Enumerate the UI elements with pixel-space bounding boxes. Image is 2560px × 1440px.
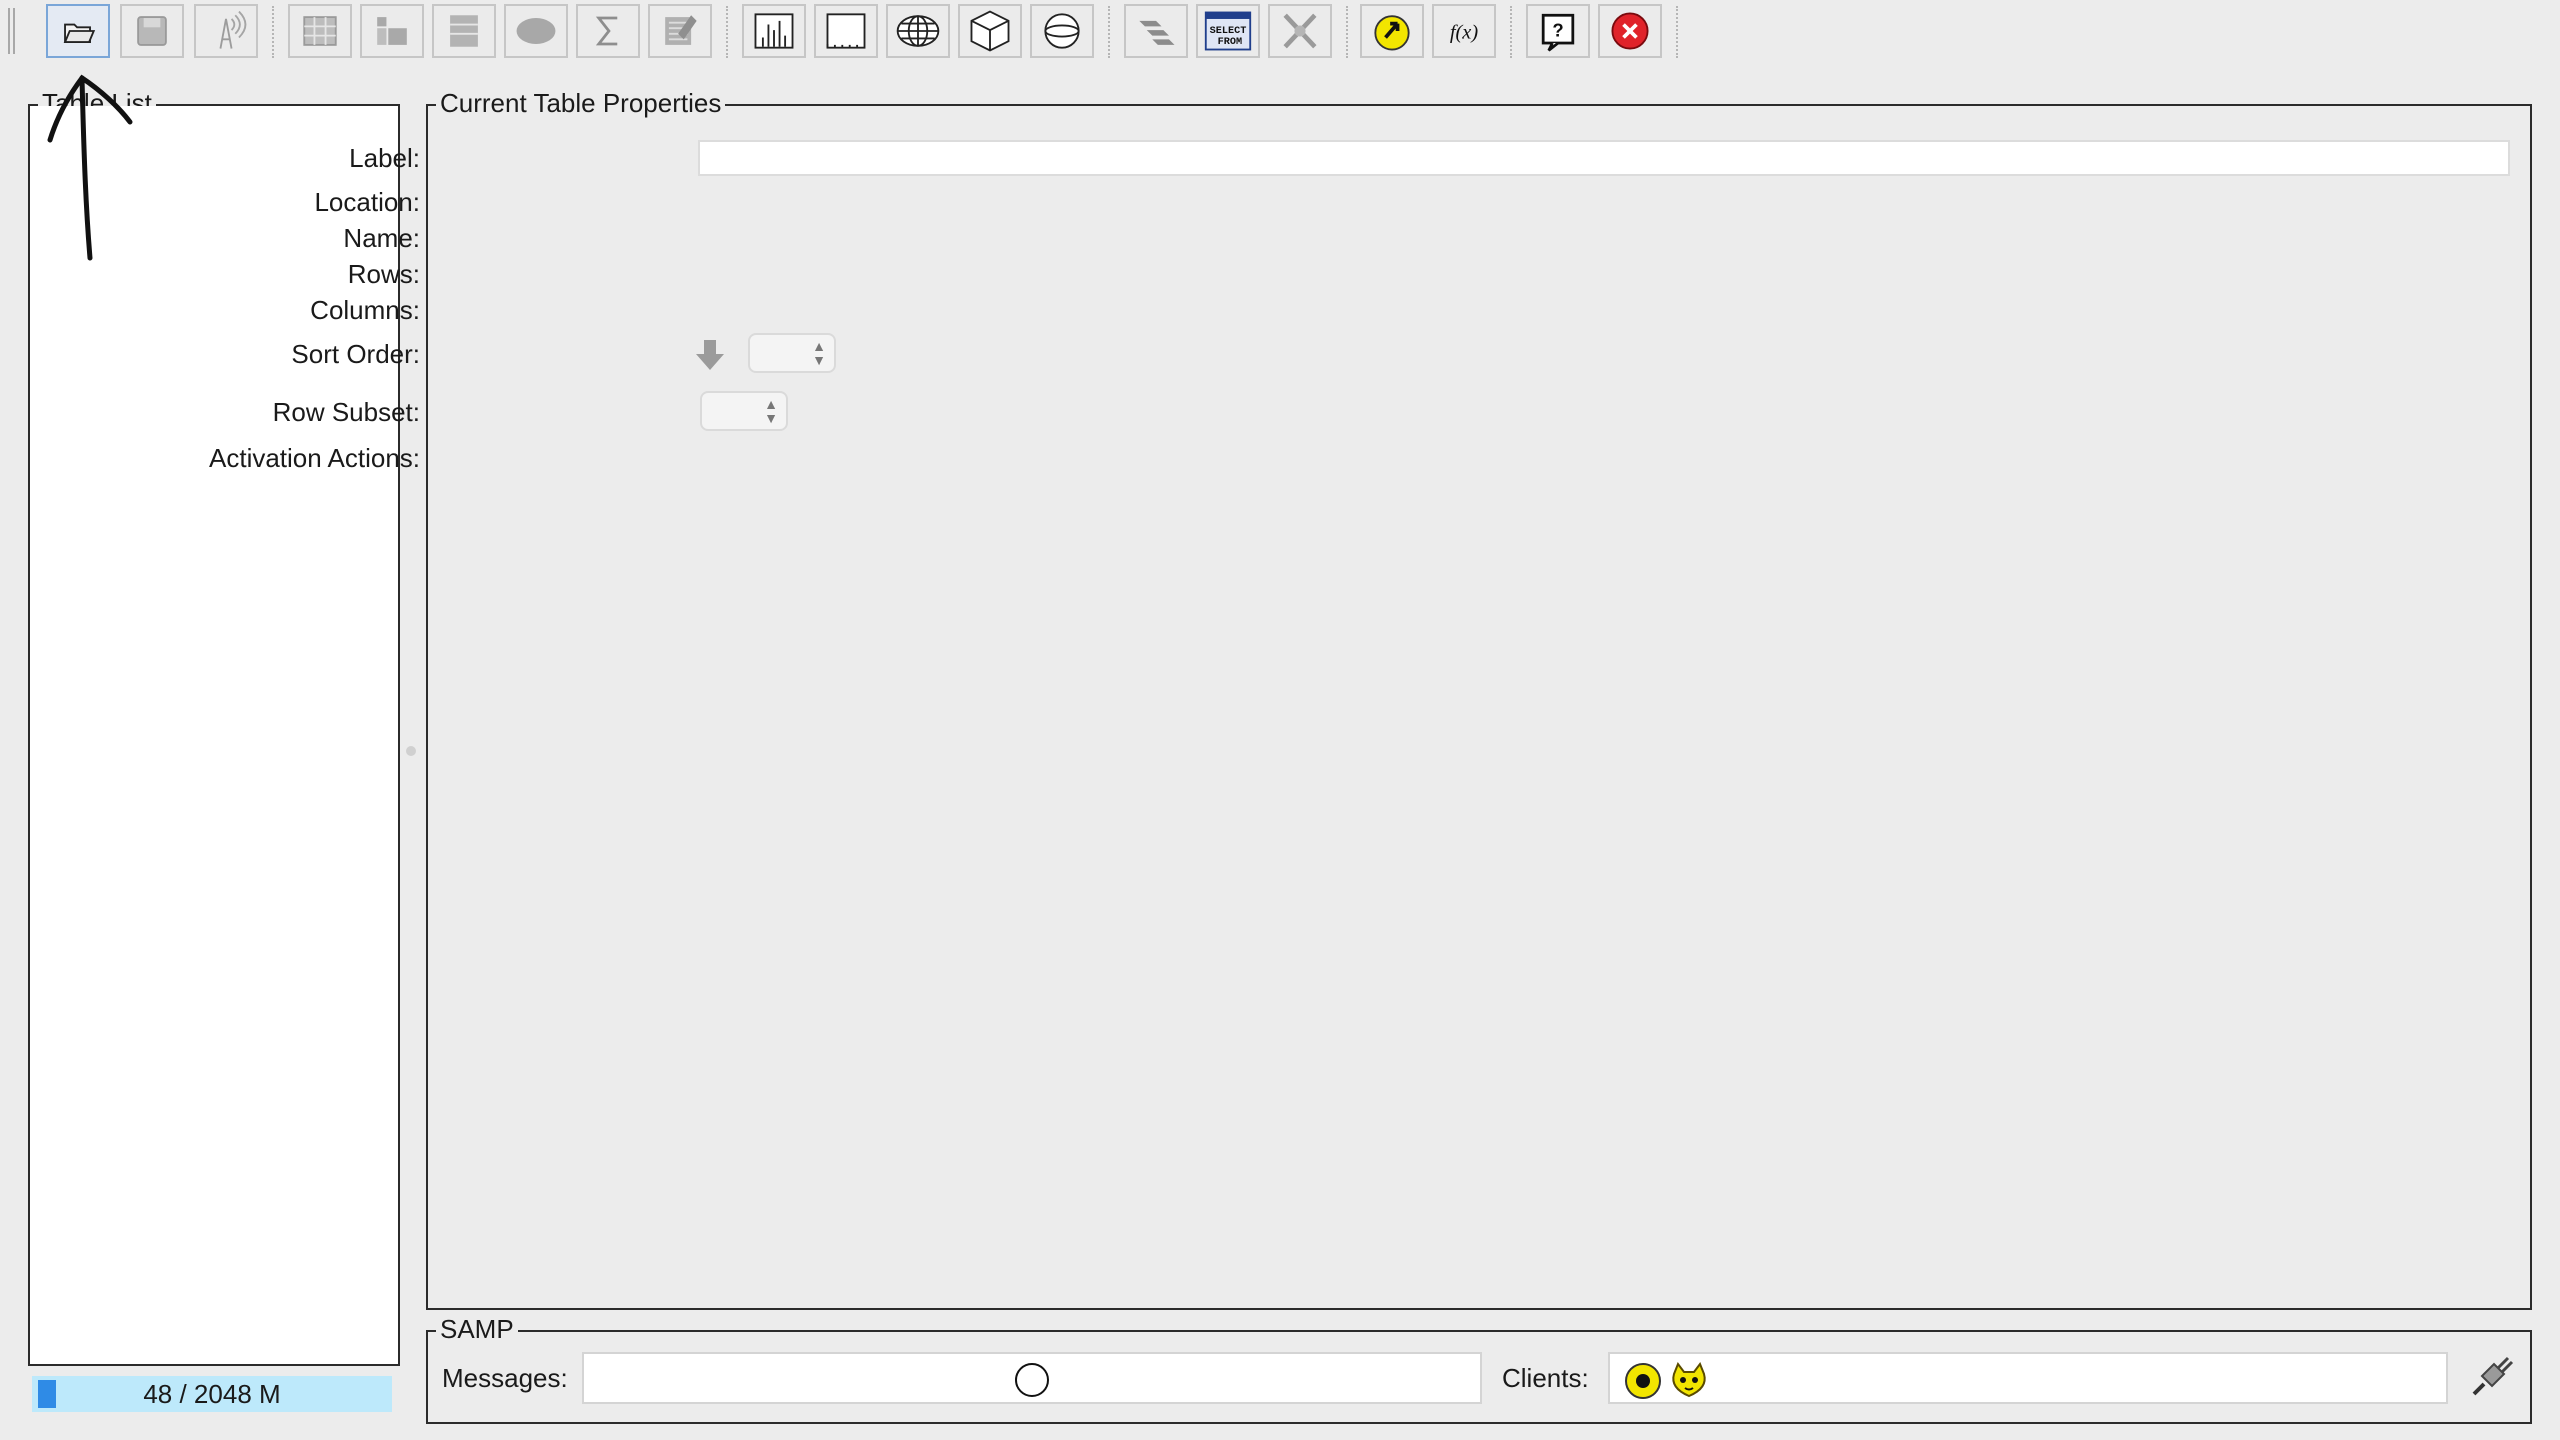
toolbar-separator — [726, 6, 728, 58]
toolbar-separator — [1676, 6, 1678, 58]
table-grid-icon — [303, 16, 337, 46]
toolbar-separator — [1510, 6, 1512, 58]
select-from-icon: SELECT FROM — [1204, 11, 1252, 51]
adql-query-button[interactable]: SELECT FROM — [1196, 4, 1260, 58]
svg-text:SELECT: SELECT — [1210, 26, 1247, 37]
circle-indicator-icon — [1015, 1363, 1049, 1397]
help-icon: ? — [1541, 13, 1575, 52]
subset-ellipse-icon — [516, 18, 556, 44]
subsets-button[interactable] — [504, 4, 568, 58]
topcat-client-icon[interactable] — [1668, 1360, 1710, 1402]
memory-monitor[interactable]: 48 / 2048 M — [32, 1376, 392, 1412]
rows-label: Rows: — [347, 259, 420, 289]
messages-label: Messages: — [442, 1363, 568, 1393]
toolbar-separator — [1108, 6, 1110, 58]
spinner-arrows-icon: ▲ ▼ — [812, 338, 826, 368]
properties-title: Current Table Properties — [436, 88, 726, 118]
match-button[interactable] — [1124, 4, 1188, 58]
column-info-icon — [450, 15, 478, 47]
row-subset-label: Row Subset: — [272, 397, 420, 427]
broadcast-table-button[interactable] — [194, 4, 258, 58]
match-pair-icon — [1139, 20, 1175, 45]
samp-title: SAMP — [436, 1314, 518, 1344]
samp-hub-icon — [1374, 15, 1410, 51]
svg-text:f(x): f(x) — [1450, 21, 1478, 43]
stop-icon — [1611, 12, 1649, 50]
messages-field[interactable] — [582, 1352, 1482, 1404]
label-label: Label: — [349, 143, 420, 173]
plane-plot-icon — [826, 13, 866, 49]
cube-icon — [970, 10, 1010, 52]
statistics-button[interactable] — [576, 4, 640, 58]
toolbar-separator — [272, 6, 274, 58]
exit-button[interactable] — [1598, 4, 1662, 58]
memory-usage-bar — [38, 1380, 56, 1408]
sky-plot-button[interactable] — [886, 4, 950, 58]
spinner-arrows-icon: ▲ ▼ — [764, 396, 778, 426]
sort-direction-button[interactable] — [692, 336, 728, 372]
sort-order-label: Sort Order: — [291, 339, 420, 369]
help-button[interactable]: ? — [1526, 4, 1590, 58]
clients-field[interactable] — [1608, 1352, 2448, 1404]
toolbar-grip[interactable] — [8, 8, 15, 54]
cross-match-icon — [1283, 13, 1317, 49]
histogram-plot-button[interactable] — [742, 4, 806, 58]
table-list-panel: Table List — [28, 88, 400, 1366]
metadata-icon — [377, 17, 407, 45]
activation-icon — [665, 15, 697, 45]
annotation-arrow — [47, 74, 133, 261]
activation-actions-label: Activation Actions: — [209, 443, 420, 473]
column-info-button[interactable] — [432, 4, 496, 58]
cube-plot-button[interactable] — [958, 4, 1022, 58]
svg-text:?: ? — [1552, 20, 1563, 41]
sort-column-selector[interactable]: ▲ ▼ — [748, 333, 836, 373]
functions-button[interactable]: f(x) — [1432, 4, 1496, 58]
histogram-icon — [754, 13, 794, 49]
samp-connect-button[interactable] — [2466, 1354, 2514, 1402]
function-icon: f(x) — [1450, 21, 1478, 43]
save-table-button[interactable] — [120, 4, 184, 58]
sphere-icon — [1044, 13, 1080, 49]
plug-icon — [2472, 1356, 2514, 1396]
table-metadata-button[interactable] — [360, 4, 424, 58]
globe-icon — [896, 15, 940, 47]
arrow-down-icon — [696, 340, 724, 370]
toolbar-separator — [1346, 6, 1348, 58]
plane-plot-button[interactable] — [814, 4, 878, 58]
concatenate-button[interactable] — [1268, 4, 1332, 58]
current-table-properties-panel: Current Table Properties — [426, 88, 2532, 1310]
row-subset-selector[interactable]: ▲ ▼ — [700, 391, 788, 431]
load-table-button[interactable] — [46, 4, 110, 58]
split-pane-divider[interactable] — [406, 746, 416, 756]
svg-text:FROM: FROM — [1218, 37, 1242, 48]
columns-label: Columns: — [310, 295, 420, 325]
folder-open-icon — [63, 23, 96, 44]
memory-text: 48 / 2048 M — [143, 1379, 281, 1409]
sigma-icon — [595, 16, 618, 46]
samp-hub-client-icon[interactable] — [1624, 1362, 1662, 1400]
broadcast-antenna-icon — [219, 10, 247, 49]
table-data-button[interactable] — [288, 4, 352, 58]
label-input[interactable] — [698, 140, 2510, 176]
sphere-plot-button[interactable] — [1030, 4, 1094, 58]
name-label: Name: — [343, 223, 420, 253]
activation-actions-button[interactable] — [648, 4, 712, 58]
samp-hub-button[interactable] — [1360, 4, 1424, 58]
location-label: Location: — [314, 187, 420, 217]
clients-label: Clients: — [1502, 1363, 1589, 1393]
floppy-disk-icon — [137, 16, 167, 46]
main-toolbar: SELECT FROM f(x) ? — [0, 0, 2560, 66]
